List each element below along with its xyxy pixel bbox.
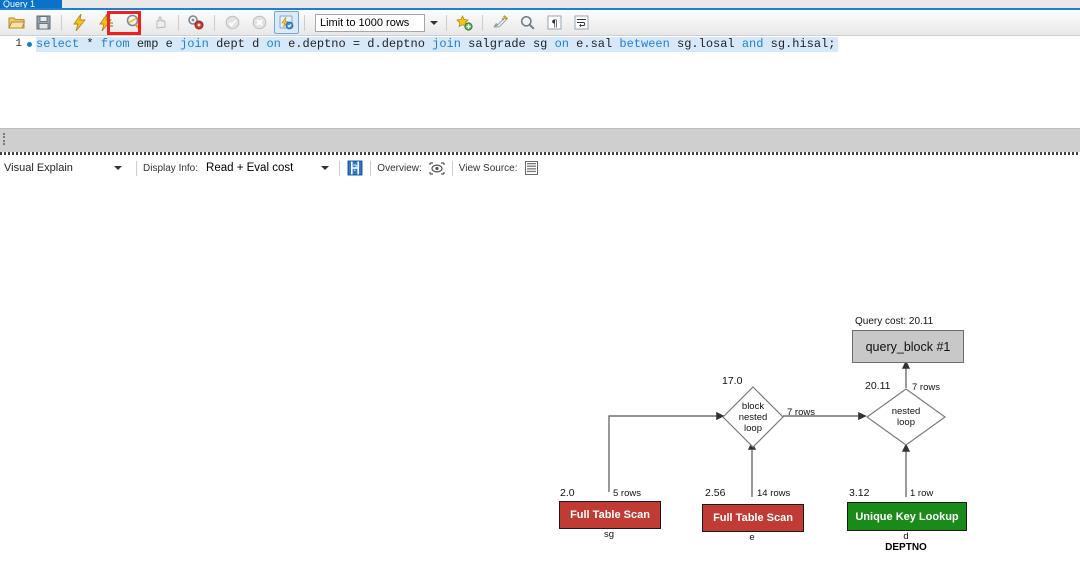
sql-text: e.deptno = d.deptno [280,37,433,51]
sql-text: e.sal [568,37,620,51]
row-limit-select[interactable]: Limit to 1000 rows [315,13,425,32]
unique-key-lookup-d-rows: 1 row [910,488,934,499]
svg-text:?: ? [353,164,358,174]
toolbar-separator [339,160,341,176]
splitter-grip[interactable] [3,133,6,145]
row-limit-value: Limit to 1000 rows [320,16,410,29]
row-limit-chevron-down-icon[interactable] [426,14,442,32]
nested-loop-label-line-1: nested [891,406,921,417]
autocommit-icon[interactable] [274,11,299,34]
stop-icon[interactable] [148,11,173,34]
full-table-scan-sg-cost: 2.0 [560,487,575,499]
sql-text: salgrade sg [460,37,555,51]
add-snippet-icon[interactable] [452,11,477,34]
toolbar-separator [304,14,305,31]
full-table-scan-sg-node[interactable]: Full Table Scan [559,501,661,529]
sql-keyword: between [619,37,670,51]
unique-key-lookup-d-node[interactable]: Unique Key Lookup [847,502,967,531]
svg-text:¶: ¶ [551,19,557,30]
rollback-icon[interactable] [247,11,272,34]
nested-loop-cost: 20.11 [865,380,891,392]
toggle-invisible-chars-icon[interactable]: ¶ [542,11,567,34]
sql-statement-line[interactable]: select * from emp e join dept d on e.dep… [36,37,839,52]
unique-key-lookup-d-table: d [903,531,909,542]
line-number: 1 [15,38,22,50]
beautify-icon[interactable] [488,11,513,34]
nested-loop-node[interactable]: nested loop [866,388,946,446]
block-nested-loop-cost: 17.0 [722,375,743,387]
display-info-label: Display Info: [143,162,199,174]
toolbar-separator [61,14,62,31]
full-table-scan-sg-label: Full Table Scan [570,509,650,521]
block-nested-loop-label: block nested loop [722,386,784,448]
toggle-stop-on-error-icon[interactable] [184,11,209,34]
sql-keyword: from [100,37,130,51]
sql-text: sg.hisal; [763,37,836,51]
sql-keyword: select [36,37,80,51]
full-table-scan-e-table: e [749,532,755,543]
sql-keyword: join [432,37,461,51]
toolbar-separator [136,160,137,176]
visual-explain-toolbar: Visual Explain Display Info: Read + Eval… [0,155,1080,182]
full-table-scan-e-rows: 14 rows [757,488,791,499]
full-table-scan-e-label: Full Table Scan [713,512,793,524]
save-script-icon[interactable] [31,11,56,34]
toolbar-separator [451,160,453,176]
full-table-scan-sg-table: sg [603,529,615,540]
results-splitter[interactable] [0,128,1080,155]
sql-keyword: join [180,37,209,51]
display-info-chevron-down-icon[interactable] [317,165,333,171]
block-nested-loop-label-line-1: block [741,400,765,412]
sql-text: emp e [129,37,181,51]
overview-label: Overview: [377,162,422,174]
toolbar-separator [214,14,215,31]
sql-keyword: and [741,37,764,51]
view-source-label: View Source: [458,162,518,174]
export-image-icon[interactable]: ? [346,159,364,177]
sql-editor-toolbar: Limit to 1000 rows ¶ [0,10,1080,36]
explain-query-highlight-box [107,11,141,35]
explain-view-mode-value: Visual Explain [4,162,73,174]
sql-text: sg.losal [669,37,742,51]
toolbar-separator [370,160,372,176]
statement-marker-icon [27,42,32,47]
display-info-value[interactable]: Read + Eval cost [206,162,293,174]
unique-key-lookup-d-label: Unique Key Lookup [855,510,959,523]
query-block-node[interactable]: query_block #1 [852,330,964,363]
block-nested-loop-out-rows: 7 rows [787,407,815,418]
query-cost-label: Query cost: 20.11 [855,316,934,327]
sql-text: dept d [208,37,267,51]
sql-text: * [79,37,101,51]
overview-icon[interactable] [428,160,446,176]
block-nested-loop-label-line-3: loop [744,422,762,434]
explain-view-mode-select[interactable]: Visual Explain [4,159,114,177]
open-script-icon[interactable] [4,11,29,34]
execute-statement-icon[interactable] [67,11,92,34]
visual-explain-canvas[interactable]: Query cost: 20.11 query_block #1 nested … [0,182,1080,572]
nested-loop-label-line-2: loop [897,417,915,428]
find-icon[interactable] [515,11,540,34]
nested-loop-rows: 7 rows [912,382,940,393]
full-table-scan-e-node[interactable]: Full Table Scan [702,504,804,532]
nested-loop-label: nested loop [866,388,946,446]
sql-editor[interactable]: 1 select * from emp e join dept d on e.d… [0,36,1080,128]
full-table-scan-e-cost: 2.56 [705,487,726,499]
block-nested-loop-node[interactable]: block nested loop [722,386,784,448]
explain-view-mode-chevron-down-icon[interactable] [114,159,130,177]
query-block-label: query_block #1 [865,339,951,354]
unique-key-lookup-d-cost: 3.12 [849,487,870,499]
view-source-icon[interactable] [524,160,540,176]
unique-key-lookup-d-key: DEPTNO [885,542,927,553]
editor-gutter: 1 [0,36,34,128]
block-nested-loop-label-line-2: nested [738,411,768,423]
sql-keyword: on [554,37,569,51]
toolbar-separator [482,14,483,31]
commit-icon[interactable] [220,11,245,34]
sql-keyword: on [266,37,281,51]
full-table-scan-sg-rows: 5 rows [613,488,641,499]
toolbar-separator [178,14,179,31]
wrap-lines-icon[interactable] [569,11,594,34]
toolbar-separator [446,14,447,31]
